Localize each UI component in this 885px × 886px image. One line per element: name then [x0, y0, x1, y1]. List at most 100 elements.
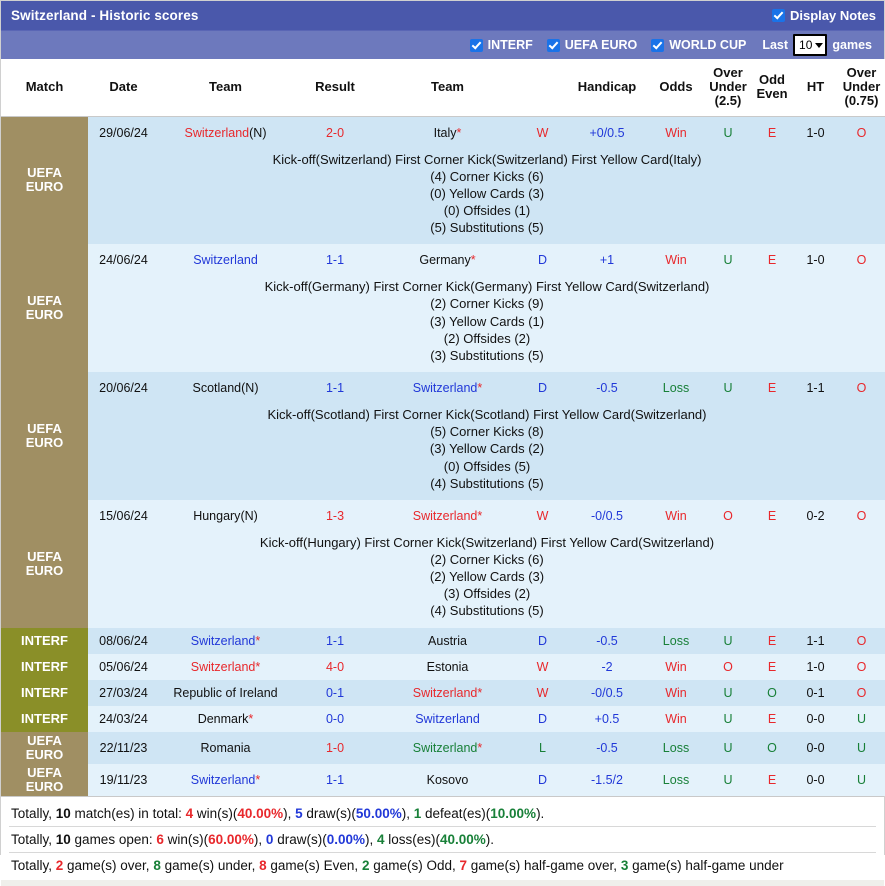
- table-row[interactable]: UEFA EURO 20/06/24 Scotland(N) 1-1 Switzerlan…: [1, 372, 885, 500]
- match-date: 15/06/24: [99, 508, 148, 523]
- games-count-select[interactable]: 10: [793, 34, 828, 56]
- match-type-badge[interactable]: UEFA EURO: [1, 116, 88, 245]
- away-team[interactable]: Switzerland*: [378, 372, 517, 404]
- away-team[interactable]: Kosovo: [378, 764, 517, 796]
- odds-value: Win: [665, 253, 687, 268]
- odds-value: Loss: [662, 740, 690, 755]
- half-time-score: 1-1: [806, 633, 825, 648]
- s2-v2: 6: [156, 831, 164, 847]
- col-team-home[interactable]: Team: [159, 59, 292, 117]
- s2-v1: 10: [55, 831, 71, 847]
- checkbox-checked-icon[interactable]: [469, 38, 483, 52]
- match-type-badge[interactable]: INTERF: [1, 627, 88, 654]
- s1-v4: 5: [295, 805, 303, 821]
- match-type-badge[interactable]: INTERF: [1, 653, 88, 680]
- table-row[interactable]: UEFA EURO 22/11/23 Romania 1-0 Switzerland* L -…: [1, 731, 885, 764]
- match-type-badge[interactable]: UEFA EURO: [1, 763, 88, 796]
- table-row[interactable]: INTERF 05/06/24 Switzerland* 4-0 Estonia W -2 W…: [1, 653, 885, 680]
- table-row[interactable]: INTERF 27/03/24 Republic of Ireland 0-1 Swit…: [1, 679, 885, 706]
- table-row[interactable]: INTERF 08/06/24 Switzerland* 1-1 Austria D -0.…: [1, 627, 885, 654]
- away-team[interactable]: Germany*: [378, 244, 517, 276]
- col-result[interactable]: Result: [292, 59, 378, 117]
- table-row[interactable]: UEFA EURO 29/06/24 Switzerland(N) 2-0 Italy* W…: [1, 116, 885, 245]
- home-team[interactable]: Switzerland(N): [159, 116, 292, 149]
- col-over-under-075[interactable]: Over Under (0.75): [837, 59, 885, 117]
- win-draw-loss: W: [536, 685, 549, 700]
- table-header: Match Date Team Result Team Handicap Odd…: [1, 59, 885, 117]
- home-team[interactable]: Hungary(N): [159, 500, 292, 532]
- match-type-badge[interactable]: INTERF: [1, 679, 88, 706]
- s2-p6: ),: [364, 831, 377, 847]
- home-team[interactable]: Switzerland*: [159, 764, 292, 796]
- s2-v7: 40.00%: [440, 831, 486, 847]
- notes-events-line: Kick-off(Germany) First Corner Kick(Germ…: [264, 279, 710, 295]
- away-team[interactable]: Austria: [378, 628, 517, 654]
- chevron-down-icon: [815, 42, 824, 48]
- s2-p1: Totally,: [11, 831, 56, 847]
- col-odd-even[interactable]: Odd Even: [750, 59, 794, 117]
- s2-p2: games open:: [70, 831, 157, 847]
- checkbox-checked-icon[interactable]: [546, 38, 560, 52]
- table-row[interactable]: UEFA EURO 15/06/24 Hungary(N) 1-3 Switzerland…: [1, 499, 885, 628]
- match-type-badge[interactable]: INTERF: [1, 705, 88, 732]
- col-team-away[interactable]: Team: [378, 59, 517, 117]
- s2-p8: ).: [485, 831, 495, 847]
- half-time-score: 0-0: [806, 711, 825, 726]
- display-notes-toggle[interactable]: Display Notes: [772, 8, 876, 23]
- filter-world-cup[interactable]: WORLD CUP: [651, 38, 746, 52]
- oddeven-line1: Odd: [759, 72, 785, 88]
- col-handicap[interactable]: Handicap: [568, 59, 646, 117]
- win-draw-loss: W: [536, 659, 549, 674]
- away-team[interactable]: Italy*: [378, 116, 517, 149]
- home-team[interactable]: Romania: [159, 732, 292, 764]
- half-time-score: 0-0: [806, 740, 825, 755]
- s3-p2: game(s) over,: [63, 857, 154, 873]
- home-team[interactable]: Switzerland*: [159, 628, 292, 654]
- away-team[interactable]: Estonia: [378, 654, 517, 680]
- win-draw-loss: D: [537, 711, 548, 726]
- match-notes-row: Kick-off(Hungary) First Corner Kick(Swit…: [1, 531, 885, 628]
- col-match[interactable]: Match: [1, 59, 88, 117]
- s3-p3: game(s) under,: [160, 857, 260, 873]
- notes-offsides: (3) Offsides (2): [443, 586, 531, 602]
- checkbox-checked-icon[interactable]: [772, 9, 786, 22]
- filter-uefa-euro[interactable]: UEFA EURO: [546, 38, 637, 52]
- table-row[interactable]: UEFA EURO 24/06/24 Switzerland 1-1 Germany* D +…: [1, 244, 885, 373]
- away-team[interactable]: Switzerland*: [378, 680, 517, 706]
- match-type-badge[interactable]: UEFA EURO: [1, 244, 88, 373]
- last-label: Last: [762, 38, 789, 52]
- match-type-badge[interactable]: UEFA EURO: [1, 372, 88, 500]
- col-odds[interactable]: Odds: [646, 59, 706, 117]
- over-under-25-value: U: [723, 772, 733, 787]
- table-row[interactable]: UEFA EURO 19/11/23 Switzerland* 1-1 Kosovo D -1…: [1, 763, 885, 796]
- win-draw-loss: D: [537, 633, 548, 648]
- away-team[interactable]: Switzerland*: [378, 500, 517, 532]
- filter-interf[interactable]: INTERF: [469, 38, 533, 52]
- away-team[interactable]: Switzerland: [378, 706, 517, 732]
- home-team[interactable]: Scotland(N): [159, 372, 292, 404]
- s3-p6: game(s) half-game over,: [467, 857, 621, 873]
- col-over-under-25[interactable]: Over Under (2.5): [706, 59, 750, 117]
- table-row[interactable]: INTERF 24/03/24 Denmark* 0-0 Switzerland D +0.…: [1, 705, 885, 732]
- odd-even-value: E: [767, 125, 777, 140]
- filter-world-cup-label: WORLD CUP: [669, 38, 747, 52]
- home-team[interactable]: Republic of Ireland: [159, 680, 292, 706]
- col-ht[interactable]: HT: [794, 59, 837, 117]
- match-type-badge[interactable]: UEFA EURO: [1, 499, 88, 628]
- over-under-075-value: O: [856, 633, 867, 648]
- over-under-25-value: O: [723, 508, 733, 523]
- notes-events-line: Kick-off(Hungary) First Corner Kick(Swit…: [259, 534, 715, 550]
- match-type-badge[interactable]: UEFA EURO: [1, 731, 88, 764]
- over-under-075-value: O: [856, 659, 867, 674]
- col-date[interactable]: Date: [88, 59, 159, 117]
- match-date: 24/06/24: [99, 253, 148, 268]
- summary-section: Totally, 10 match(es) in total: 4 win(s)…: [1, 795, 884, 880]
- away-team[interactable]: Switzerland*: [378, 732, 517, 764]
- half-time-score: 0-2: [806, 508, 825, 523]
- s1-p4: ),: [283, 805, 296, 821]
- win-draw-loss: L: [539, 740, 546, 755]
- home-team[interactable]: Switzerland*: [159, 654, 292, 680]
- checkbox-checked-icon[interactable]: [651, 38, 665, 52]
- home-team[interactable]: Denmark*: [159, 706, 292, 732]
- home-team[interactable]: Switzerland: [159, 244, 292, 276]
